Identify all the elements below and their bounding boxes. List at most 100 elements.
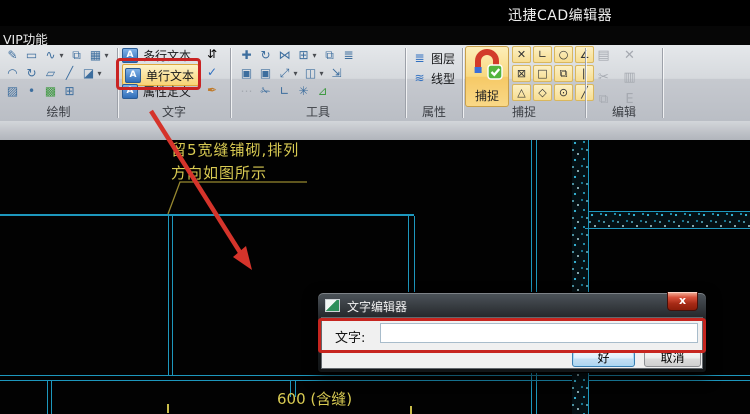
- ribbon-toolbar: ✎▭∿▾⧉▦▾ ◠↻▱╱◪▾ ▨•▩⊞ 绘制 A 多行文本 ⇵ A 单行文本 ✓…: [0, 45, 750, 121]
- dropdown-arrow-icon[interactable]: ▾: [292, 66, 299, 81]
- dimension-label-600: 600 (含缝): [277, 388, 352, 409]
- hatch-band-horizontal: [589, 212, 750, 228]
- draw-row-3: ▨ • ▩ ⊞: [5, 84, 77, 99]
- cut-icon[interactable]: ✂: [596, 69, 611, 84]
- grip-dots-icon[interactable]: ⋯: [239, 84, 254, 99]
- snap-node-icon[interactable]: □: [533, 65, 552, 82]
- dropdown-arrow-icon[interactable]: ▾: [58, 48, 65, 63]
- cad-note-line2: 方向如图所示: [171, 162, 267, 183]
- dialog-body: 文字: 好 取消: [321, 317, 703, 369]
- align-icon[interactable]: ≣: [341, 48, 356, 63]
- cad-note-line1: 留5宽缝铺砌,排列: [171, 139, 299, 160]
- draw-region-icon[interactable]: ◪: [81, 66, 96, 81]
- draw-row-2: ◠ ↻ ▱ ╱ ◪▾: [5, 66, 103, 81]
- draw-boundary-icon[interactable]: ▦: [88, 48, 103, 63]
- spell-check-icon[interactable]: ✓: [204, 65, 220, 80]
- magnet-icon: [470, 49, 504, 81]
- ribbon-section-properties: ≣ 图层 ≋ 线型 属性: [406, 45, 462, 121]
- ribbon-bottom-strip: [0, 121, 750, 141]
- snap-mode-grid: ✕∟○∠⊠□⧉∥△◇⊙╱: [512, 46, 594, 101]
- scale-icon[interactable]: ⤢: [277, 66, 292, 81]
- wall-line: [0, 214, 414, 216]
- cancel-button[interactable]: 取消: [644, 351, 701, 367]
- section-divider: [662, 48, 663, 118]
- measure-icon[interactable]: ⊿: [315, 84, 330, 99]
- linetype-label: 线型: [431, 70, 455, 87]
- snap-button-label: 捕捉: [466, 87, 508, 104]
- insert-image-icon[interactable]: ▩: [43, 84, 58, 99]
- wall-line: [47, 381, 48, 414]
- paste-block-icon[interactable]: ▣: [239, 66, 254, 81]
- draw-line-icon[interactable]: ✎: [5, 48, 20, 63]
- section-label-properties: 属性: [406, 103, 462, 120]
- draw-row-1: ✎▭∿▾⧉▦▾: [5, 48, 110, 63]
- text-style-icon[interactable]: ⇵: [204, 47, 220, 62]
- rotate-icon[interactable]: ↻: [258, 48, 273, 63]
- wall-line: [172, 216, 173, 375]
- delete-icon[interactable]: ✕: [622, 47, 637, 62]
- dropdown-arrow-icon[interactable]: ▾: [318, 66, 325, 81]
- offset-icon[interactable]: ◫: [303, 66, 318, 81]
- draw-revision-cloud-icon[interactable]: ↻: [24, 66, 39, 81]
- copy-object-icon[interactable]: ⧉: [322, 48, 337, 63]
- wall-line: [0, 375, 750, 376]
- mirror-icon[interactable]: ⋈: [277, 48, 292, 63]
- edit-icon-grid: ▤✕✂▥⧉E: [596, 47, 640, 109]
- snap-quadrant-icon[interactable]: ⧉: [554, 65, 573, 82]
- dialog-app-icon: [325, 299, 340, 312]
- wall-line: [414, 216, 415, 293]
- dropdown-arrow-icon[interactable]: ▾: [96, 66, 103, 81]
- draw-construction-line-icon[interactable]: ╱: [62, 66, 77, 81]
- dialog-close-button[interactable]: x: [667, 292, 698, 311]
- paste-origin-icon[interactable]: ▣: [258, 66, 273, 81]
- draw-arc-icon[interactable]: ◠: [5, 66, 20, 81]
- ok-button[interactable]: 好: [572, 351, 635, 367]
- draw-copy-icon[interactable]: ▱: [43, 66, 58, 81]
- snap-center-icon[interactable]: ○: [554, 46, 573, 63]
- fillet-icon[interactable]: ∟: [277, 84, 292, 99]
- dropdown-arrow-icon[interactable]: ▾: [311, 48, 318, 63]
- snap-toggle-button[interactable]: 捕捉: [465, 46, 509, 107]
- dialog-title-bar[interactable]: 文字编辑器 x: [321, 293, 703, 317]
- move-icon[interactable]: ✚: [239, 48, 254, 63]
- layer-label: 图层: [431, 50, 455, 67]
- snap-nearest-icon[interactable]: △: [512, 84, 531, 101]
- snap-insertion-icon[interactable]: ◇: [533, 84, 552, 101]
- stretch-icon[interactable]: ⇲: [329, 66, 344, 81]
- ribbon-section-edit: ▤✕✂▥⧉E 编辑: [586, 45, 662, 121]
- layers-icon: ≣: [412, 51, 427, 66]
- snap-perpendicular-icon[interactable]: ∟: [533, 46, 552, 63]
- insert-block-icon[interactable]: ⧉: [69, 48, 84, 63]
- dropdown-arrow-icon[interactable]: ▾: [103, 48, 110, 63]
- paste-icon[interactable]: ▤: [596, 47, 611, 62]
- snap-tangent-icon[interactable]: ⊙: [554, 84, 573, 101]
- draw-table-icon[interactable]: ⊞: [62, 84, 77, 99]
- array-icon[interactable]: ⊞: [296, 48, 311, 63]
- trim-icon[interactable]: ✁: [258, 84, 273, 99]
- draw-point-icon[interactable]: •: [24, 84, 39, 99]
- snap-midpoint-icon[interactable]: ⊠: [512, 65, 531, 82]
- draw-polyline-icon[interactable]: ∿: [43, 48, 58, 63]
- layer-button[interactable]: ≣ 图层: [412, 50, 455, 67]
- draw-rectangle-icon[interactable]: ▭: [24, 48, 39, 63]
- explode-icon[interactable]: ✳: [296, 84, 311, 99]
- annotation-box-text-field: [318, 318, 706, 353]
- section-label-text: 文字: [118, 103, 230, 120]
- ribbon-section-draw: ✎▭∿▾⧉▦▾ ◠↻▱╱◪▾ ▨•▩⊞ 绘制: [0, 45, 117, 121]
- app-window: 迅捷CAD编辑器 VIP功能 ✎▭∿▾⧉▦▾ ◠↻▱╱◪▾ ▨•▩⊞ 绘制 A …: [0, 0, 750, 414]
- section-label-tools: 工具: [231, 103, 405, 120]
- tools-row-3: ⋯ ✁ ∟ ✳ ⊿: [239, 84, 330, 99]
- wall-line: [168, 216, 169, 375]
- snap-intersection-icon[interactable]: ✕: [512, 46, 531, 63]
- wall-line: [51, 381, 52, 414]
- wall-line: [0, 380, 750, 381]
- edit-attribute-icon[interactable]: ✒: [204, 83, 220, 98]
- section-label-edit: 编辑: [586, 103, 662, 120]
- linetype-icon: ≋: [412, 71, 427, 86]
- window-title: 迅捷CAD编辑器: [508, 5, 612, 25]
- draw-hatch-icon[interactable]: ▨: [5, 84, 20, 99]
- linetype-button[interactable]: ≋ 线型: [412, 70, 455, 87]
- text-editor-dialog: 文字编辑器 x 文字: 好 取消: [317, 292, 707, 373]
- annotation-box-single-line-text: [116, 58, 201, 90]
- copy-icon[interactable]: ▥: [622, 69, 637, 84]
